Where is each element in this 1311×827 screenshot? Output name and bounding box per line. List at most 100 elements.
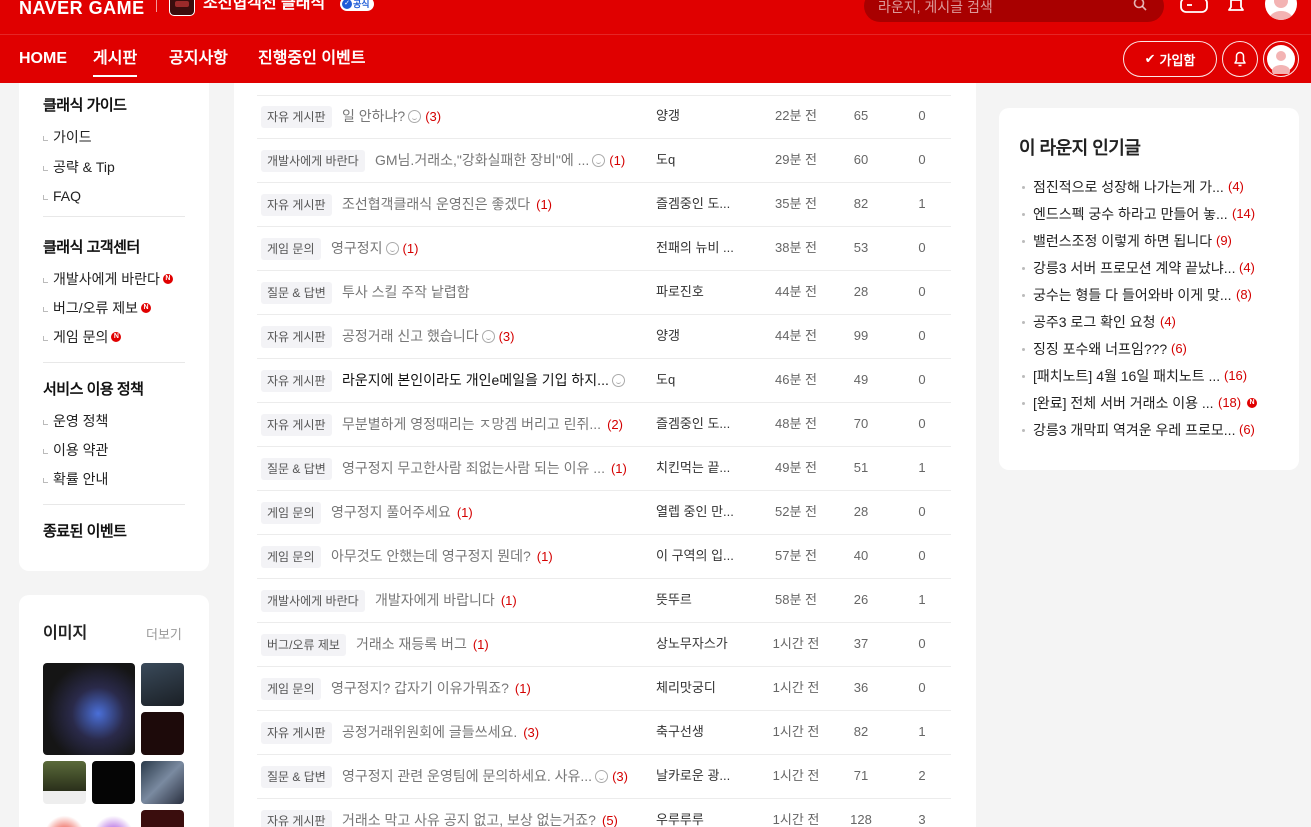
post-title-link[interactable]: 영구정지 (1) xyxy=(331,237,418,260)
post-row[interactable]: 질문 & 답변 영구정지 관련 운영팀에 문의하세요. 사유... (3) 날카로운 … xyxy=(257,755,951,799)
game-controller-icon[interactable] xyxy=(1180,0,1208,16)
post-row[interactable]: 질문 & 답변 투사 스킬 주작 낱렵함 파로진호 44분 전 28 0 xyxy=(257,271,951,315)
post-category-tag[interactable]: 자유 게시판 xyxy=(261,810,332,827)
section-service-policy[interactable]: 서비스 이용 정책 xyxy=(43,381,144,399)
post-author[interactable]: 뜻뚜르 xyxy=(656,589,748,611)
post-category-tag[interactable]: 자유 게시판 xyxy=(261,370,332,392)
menu-terms[interactable]: 이용 약관 xyxy=(43,441,108,459)
post-row[interactable]: 게임 문의 영구정지 (1) 전패의 뉴비 ... 38분 전 53 0 xyxy=(257,227,951,271)
nav-events[interactable]: 진행중인 이벤트 xyxy=(258,49,366,69)
post-category-tag[interactable]: 버그/오류 제보 xyxy=(261,634,346,656)
post-row[interactable]: 자유 게시판 공정거래위원회에 글들쓰세요. (3) 축구선생 1시간 전 82 1 xyxy=(257,711,951,755)
post-author[interactable]: 치킨먹는 끝... xyxy=(656,457,748,479)
post-category-tag[interactable]: 질문 & 답변 xyxy=(261,458,332,480)
popular-post-item[interactable]: [패치노트] 4월 16일 패치노트 ... (16) xyxy=(1019,366,1277,386)
post-author[interactable]: 파로진호 xyxy=(656,281,748,303)
lounge-name[interactable]: 조선협객전 클래식 xyxy=(203,0,325,14)
post-author[interactable]: 우루루루 xyxy=(656,809,748,827)
post-author[interactable]: 즐겜중인 도... xyxy=(656,413,748,435)
post-row[interactable]: 개발사에게 바란다 GM님.거래소,"강화실패한 장비"에 ... (1) 도q 29분… xyxy=(257,139,951,183)
post-title-link[interactable]: 무분별하게 영정때리는 ㅈ망겜 버리고 린쥐... (2) xyxy=(342,413,623,436)
post-title-link[interactable]: 아무것도 안했는데 영구정지 뭔데? (1) xyxy=(331,545,553,568)
post-category-tag[interactable]: 자유 게시판 xyxy=(261,414,332,436)
naver-game-logo[interactable]: NAVER GAME xyxy=(19,0,145,18)
post-row[interactable]: 개발사에게 바란다 개발자에게 바랍니다 (1) 뜻뚜르 58분 전 26 1 xyxy=(257,579,951,623)
post-title-link[interactable]: GM님.거래소,"강화실패한 장비"에 ... (1) xyxy=(375,149,625,172)
popular-post-item[interactable]: 공주3 로그 확인 요청 (4) xyxy=(1019,312,1277,332)
joined-button[interactable]: ✔ 가입함 xyxy=(1123,41,1217,77)
post-title-link[interactable]: 영구정지? 갑자기 이유가뭐죠? (1) xyxy=(331,677,531,700)
alarm-button[interactable] xyxy=(1222,41,1258,77)
post-author[interactable]: 축구선생 xyxy=(656,721,748,743)
image-thumbnail[interactable] xyxy=(141,712,184,755)
menu-strategy-tip[interactable]: 공략 & Tip xyxy=(43,158,115,176)
section-customer-center[interactable]: 클래식 고객센터 xyxy=(43,239,140,257)
post-author[interactable]: 양갱 xyxy=(656,325,748,347)
post-category-tag[interactable]: 게임 문의 xyxy=(261,238,321,260)
post-author[interactable]: 열렙 중인 만... xyxy=(656,501,748,523)
image-thumbnail[interactable] xyxy=(141,810,184,827)
image-thumbnail[interactable] xyxy=(92,761,135,804)
menu-faq[interactable]: FAQ xyxy=(43,187,81,205)
post-row[interactable]: 자유 게시판 일 안하냐? (3) 양갱 22분 전 65 0 xyxy=(257,95,951,139)
section-classic-guide[interactable]: 클래식 가이드 xyxy=(43,97,127,115)
image-thumbnail[interactable] xyxy=(92,810,135,827)
post-category-tag[interactable]: 개발사에게 바란다 xyxy=(261,590,365,612)
post-title-link[interactable]: 라운지에 본인이라도 개인e메일을 기입 하지... xyxy=(342,369,627,391)
search-icon[interactable] xyxy=(1133,0,1147,11)
post-category-tag[interactable]: 게임 문의 xyxy=(261,678,321,700)
post-row[interactable]: 자유 게시판 거래소 막고 사유 공지 없고, 보상 없는거죠? (5) 우루루루 1시… xyxy=(257,799,951,827)
popular-post-item[interactable]: 강릉3 개막피 역겨운 우레 프로모... (6) xyxy=(1019,420,1277,440)
image-thumbnail[interactable] xyxy=(43,663,135,755)
popular-post-item[interactable]: 밸런스조정 이렇게 하면 됩니다 (9) xyxy=(1019,231,1277,251)
image-thumbnail[interactable] xyxy=(43,761,86,804)
popular-post-item[interactable]: 궁수는 형들 다 들어와바 이게 맞... (8) xyxy=(1019,285,1277,305)
post-author[interactable]: 이 구역의 입... xyxy=(656,545,748,567)
post-author[interactable]: 양갱 xyxy=(656,105,748,127)
post-author[interactable]: 상노무자스가 xyxy=(656,633,748,655)
post-author[interactable]: 날카로운 광... xyxy=(656,765,748,787)
post-row[interactable]: 게임 문의 아무것도 안했는데 영구정지 뭔데? (1) 이 구역의 입... 57분 … xyxy=(257,535,951,579)
profile-button[interactable] xyxy=(1263,41,1299,77)
post-title-link[interactable]: 일 안하냐? (3) xyxy=(342,105,441,128)
post-title-link[interactable]: 공정거래위원회에 글들쓰세요. (3) xyxy=(342,721,539,744)
popular-post-item[interactable]: 징징 포수왜 너프임??? (6) xyxy=(1019,339,1277,359)
post-title-link[interactable]: 조선협객클래식 운영진은 좋겠다 (1) xyxy=(342,193,552,216)
menu-guide[interactable]: 가이드 xyxy=(43,128,92,146)
post-title-link[interactable]: 투사 스킬 주작 낱렵함 xyxy=(342,281,470,303)
menu-game-inquiry[interactable]: 게임 문의 N xyxy=(43,328,122,346)
post-author[interactable]: 체리맛궁디 xyxy=(656,677,748,699)
post-category-tag[interactable]: 개발사에게 바란다 xyxy=(261,150,365,172)
notification-bell-icon[interactable] xyxy=(1222,0,1250,16)
post-row[interactable]: 자유 게시판 공정거래 신고 했습니다 (3) 양갱 44분 전 99 0 xyxy=(257,315,951,359)
popular-post-item[interactable]: 엔드스펙 궁수 하라고 만들어 놓... (14) xyxy=(1019,204,1277,224)
post-row[interactable]: 질문 & 답변 영구정지 무고한사람 죄없는사람 되는 이유 ... (1) 치킨먹는… xyxy=(257,447,951,491)
more-link[interactable]: 더보기 xyxy=(146,627,182,642)
menu-bug-report[interactable]: 버그/오류 제보 N xyxy=(43,299,152,317)
nav-board[interactable]: 게시판 xyxy=(93,49,138,77)
post-author[interactable]: 도q xyxy=(656,149,748,171)
popular-post-item[interactable]: 강릉3 서버 프로모션 계약 끝났냐... (4) xyxy=(1019,258,1277,278)
post-row[interactable]: 자유 게시판 무분별하게 영정때리는 ㅈ망겜 버리고 린쥐... (2) 즐겜중인 도… xyxy=(257,403,951,447)
menu-suggestions[interactable]: 개발사에게 바란다 N xyxy=(43,270,173,288)
image-thumbnail[interactable] xyxy=(43,810,86,827)
post-title-link[interactable]: 거래소 재등록 버그 (1) xyxy=(356,633,489,656)
post-category-tag[interactable]: 게임 문의 xyxy=(261,502,321,524)
post-title-link[interactable]: 거래소 막고 사유 공지 없고, 보상 없는거죠? (5) xyxy=(342,809,618,827)
post-category-tag[interactable]: 자유 게시판 xyxy=(261,106,332,128)
post-title-link[interactable]: 공정거래 신고 했습니다 (3) xyxy=(342,325,514,348)
post-title-link[interactable]: 영구정지 관련 운영팀에 문의하세요. 사유... (3) xyxy=(342,765,628,788)
menu-probability[interactable]: 확률 안내 xyxy=(43,470,108,488)
image-thumbnail[interactable] xyxy=(141,761,184,804)
post-title-link[interactable]: 영구정지 풀어주세요 (1) xyxy=(331,501,473,524)
user-avatar[interactable] xyxy=(1265,0,1297,20)
post-author[interactable]: 도q xyxy=(656,369,748,391)
post-row[interactable]: 게임 문의 영구정지 풀어주세요 (1) 열렙 중인 만... 52분 전 28 0 xyxy=(257,491,951,535)
image-thumbnail[interactable] xyxy=(141,663,184,706)
popular-post-item[interactable]: 점진적으로 성장해 나가는게 가... (4) xyxy=(1019,177,1277,197)
post-row[interactable]: 버그/오류 제보 거래소 재등록 버그 (1) 상노무자스가 1시간 전 37 0 xyxy=(257,623,951,667)
post-row[interactable]: 게임 문의 영구정지? 갑자기 이유가뭐죠? (1) 체리맛궁디 1시간 전 36 0 xyxy=(257,667,951,711)
popular-post-item[interactable]: [완료] 전체 서버 거래소 이용 ... (18) N xyxy=(1019,393,1277,413)
search-input[interactable] xyxy=(878,0,1118,16)
post-row[interactable]: 자유 게시판 라운지에 본인이라도 개인e메일을 기입 하지... 도q 46분 전 4… xyxy=(257,359,951,403)
